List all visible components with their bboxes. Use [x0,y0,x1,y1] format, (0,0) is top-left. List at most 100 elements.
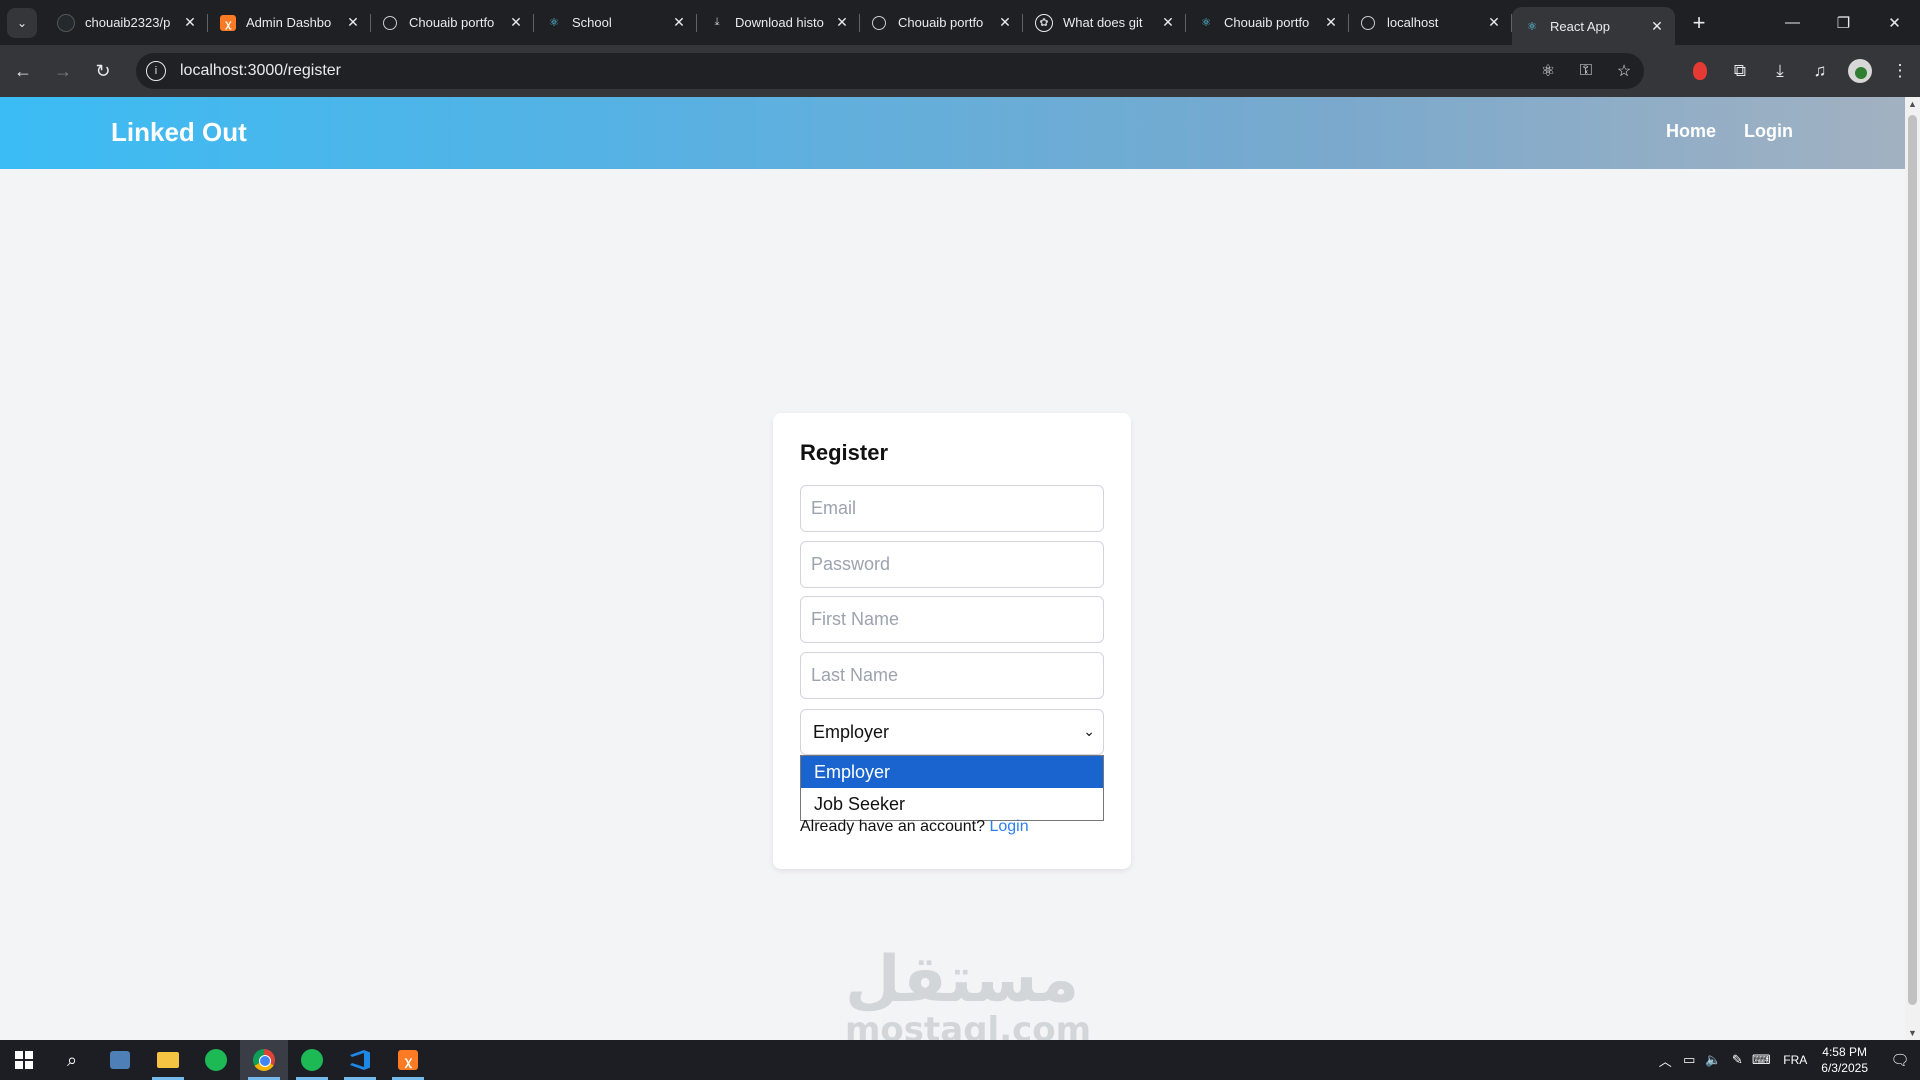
nav-home-link[interactable]: Home [1666,121,1716,142]
app-brand[interactable]: Linked Out [111,117,247,148]
language-indicator[interactable]: FRA [1783,1053,1807,1067]
media-button[interactable]: ♫ [1802,53,1838,89]
close-icon[interactable]: ✕ [1486,14,1502,31]
avatar [1848,59,1872,83]
extension-icon [1693,62,1707,80]
new-tab-button[interactable]: + [1683,7,1715,39]
role-option-employer[interactable]: Employer [801,756,1103,788]
clock[interactable]: 4:58 PM 6/3/2025 [1821,1044,1868,1076]
taskbar-file-explorer[interactable] [144,1040,192,1080]
url-text[interactable]: localhost:3000/register [180,62,341,80]
start-button[interactable] [0,1040,48,1080]
arrow-left-icon: ← [14,60,32,81]
chevron-up-icon[interactable]: ︿ [1653,1040,1677,1080]
browser-tab[interactable]: Chouaib portfo ✕ [371,0,534,45]
close-icon[interactable]: ✕ [1160,14,1176,31]
address-bar[interactable]: i localhost:3000/register ⚛ ⚿ ☆ [136,53,1644,89]
login-prompt: Already have an account? Login [800,818,1029,836]
downloads-button[interactable]: ⤓ [1762,53,1798,89]
pen-icon[interactable]: ✎ [1725,1040,1749,1080]
download-icon: ⤓ [714,16,720,28]
taskbar-vscode[interactable] [336,1040,384,1080]
menu-button[interactable]: ⋮ [1882,53,1918,89]
close-icon[interactable]: ✕ [508,14,524,31]
site-info-icon[interactable]: i [146,61,166,81]
scroll-thumb[interactable] [1908,115,1917,1005]
browser-tab[interactable]: ⚛ Chouaib portfo ✕ [1186,0,1349,45]
nav-login-link[interactable]: Login [1744,121,1793,142]
close-icon: ✕ [1888,14,1901,32]
omnibox-actions: ⚛ ⚿ ☆ [1538,53,1634,89]
notification-icon[interactable]: 🗨 [1880,1040,1920,1080]
close-icon[interactable]: ✕ [1323,14,1339,31]
close-icon[interactable]: ✕ [834,14,850,31]
browser-tab[interactable]: ⤓ Download histo ✕ [697,0,860,45]
taskbar-spotify-running[interactable] [288,1040,336,1080]
first-name-field[interactable] [800,596,1104,643]
puzzle-icon: ⧉ [1733,61,1747,80]
forward-button[interactable]: → [46,54,80,88]
close-icon[interactable]: ✕ [182,14,198,31]
restore-icon: ❐ [1836,14,1851,32]
browser-tab[interactable]: ✿ What does git ✕ [1023,0,1186,45]
react-devtools-icon[interactable]: ⚛ [1538,61,1558,81]
key-icon[interactable]: ⚿ [1576,61,1596,81]
tab-title: Admin Dashbo [246,15,332,30]
xampp-icon: ꭓ [220,14,236,31]
volume-icon[interactable]: 🔈 [1701,1040,1725,1080]
close-icon[interactable]: ✕ [997,14,1013,31]
browser-tab[interactable]: Chouaib portfo ✕ [860,0,1023,45]
nav-links: Home Login [1666,121,1793,142]
taskbar-chrome[interactable] [240,1040,288,1080]
more-vertical-icon: ⋮ [1891,61,1909,80]
minimize-icon: — [1785,14,1800,31]
star-icon[interactable]: ☆ [1614,61,1634,81]
react-icon: ⚛ [549,17,559,29]
browser-tab-active[interactable]: ⚛ React App ✕ [1512,7,1675,45]
close-icon[interactable]: ✕ [345,14,361,31]
role-select[interactable]: Employer ⌄ [800,709,1104,755]
minimize-button[interactable]: — [1767,0,1818,45]
taskbar-xampp[interactable]: ꭓ [384,1040,432,1080]
watermark-latin: mostaql.com [845,1010,1092,1040]
spotify-icon [205,1049,227,1071]
close-window-button[interactable]: ✕ [1869,0,1920,45]
tab-title: Chouaib portfo [1224,15,1310,30]
password-field[interactable] [800,541,1104,588]
browser-tab[interactable]: chouaib2323/p ✕ [45,0,208,45]
browser-tab[interactable]: localhost ✕ [1349,0,1512,45]
close-icon[interactable]: ✕ [1649,18,1665,35]
login-prompt-text: Already have an account? [800,818,986,835]
login-link[interactable]: Login [989,818,1028,835]
extensions-button[interactable]: ⧉ [1722,53,1758,89]
back-button[interactable]: ← [6,54,40,88]
restore-button[interactable]: ❐ [1818,0,1869,45]
search-icon: ⌕ [66,1049,78,1070]
web-page: Linked Out Home Login Register Employer … [0,97,1905,1040]
taskbar-media-app[interactable] [96,1040,144,1080]
profile-button[interactable] [1842,53,1878,89]
browser-tab[interactable]: ⚛ School ✕ [534,0,697,45]
page-scrollbar[interactable]: ▲ ▼ [1905,97,1920,1040]
email-field[interactable] [800,485,1104,532]
tab-title: chouaib2323/p [85,15,171,30]
scroll-down-icon[interactable]: ▼ [1905,1026,1920,1040]
last-name-field[interactable] [800,652,1104,699]
tab-list: chouaib2323/p ✕ ꭓ Admin Dashbo ✕ Chouaib… [45,0,1675,45]
media-player-icon [110,1051,130,1069]
tab-title: School [572,15,612,30]
extension-button[interactable] [1682,53,1718,89]
search-button[interactable]: ⌕ [48,1040,96,1080]
scroll-up-icon[interactable]: ▲ [1905,97,1920,111]
network-icon[interactable]: ▭ [1677,1040,1701,1080]
app-navbar: Linked Out Home Login [0,97,1905,169]
browser-tab[interactable]: ꭓ Admin Dashbo ✕ [208,0,371,45]
close-icon[interactable]: ✕ [671,14,687,31]
role-option-job-seeker[interactable]: Job Seeker [801,788,1103,820]
taskbar-spotify[interactable] [192,1040,240,1080]
reload-icon: ↻ [95,60,111,81]
window-controls: — ❐ ✕ [1767,0,1920,45]
reload-button[interactable]: ↻ [86,54,120,88]
keyboard-icon[interactable]: ⌨ [1749,1040,1773,1080]
tab-search-button[interactable]: ⌄ [7,7,37,38]
